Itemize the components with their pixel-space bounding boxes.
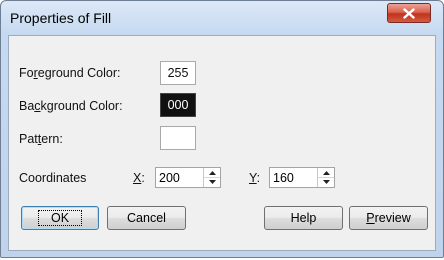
x-coordinate-spinner[interactable] bbox=[155, 167, 221, 188]
y-coordinate-spinner[interactable] bbox=[269, 167, 335, 188]
dialog-client-area: Foreground Color: 255 Background Color: … bbox=[8, 35, 436, 251]
help-button[interactable]: Help bbox=[264, 206, 343, 230]
help-button-label: Help bbox=[290, 211, 317, 225]
foreground-color-label: Foreground Color: bbox=[19, 66, 121, 80]
cancel-button-label: Cancel bbox=[127, 211, 166, 225]
x-label: X: bbox=[133, 171, 145, 185]
y-coordinate-input[interactable] bbox=[270, 168, 314, 187]
ok-button[interactable]: OK bbox=[21, 206, 99, 230]
y-label: Y: bbox=[249, 171, 261, 185]
background-color-label: Background Color: bbox=[19, 99, 123, 113]
title-bar[interactable]: Properties of Fill bbox=[1, 1, 443, 35]
coordinates-label: Coordinates bbox=[19, 171, 87, 185]
x-spin-buttons[interactable] bbox=[203, 168, 220, 187]
pattern-button[interactable] bbox=[160, 126, 196, 150]
foreground-color-button[interactable]: 255 bbox=[160, 61, 196, 85]
x-coordinate-input[interactable] bbox=[156, 168, 200, 187]
preview-button-label: Preview bbox=[366, 211, 411, 225]
x-spin-down-icon[interactable] bbox=[204, 177, 220, 186]
close-icon bbox=[403, 7, 415, 19]
preview-button[interactable]: Preview bbox=[349, 206, 428, 230]
pattern-label: Pattern: bbox=[19, 132, 63, 146]
ok-button-label: OK bbox=[37, 210, 83, 226]
y-spin-buttons[interactable] bbox=[317, 168, 334, 187]
window-title: Properties of Fill bbox=[10, 10, 112, 26]
y-spin-down-icon[interactable] bbox=[318, 177, 334, 186]
cancel-button[interactable]: Cancel bbox=[107, 206, 186, 230]
background-color-button[interactable]: 000 bbox=[160, 93, 196, 117]
dialog-window: Properties of Fill Foreground Color: 255… bbox=[0, 0, 444, 258]
close-button[interactable] bbox=[387, 3, 431, 23]
